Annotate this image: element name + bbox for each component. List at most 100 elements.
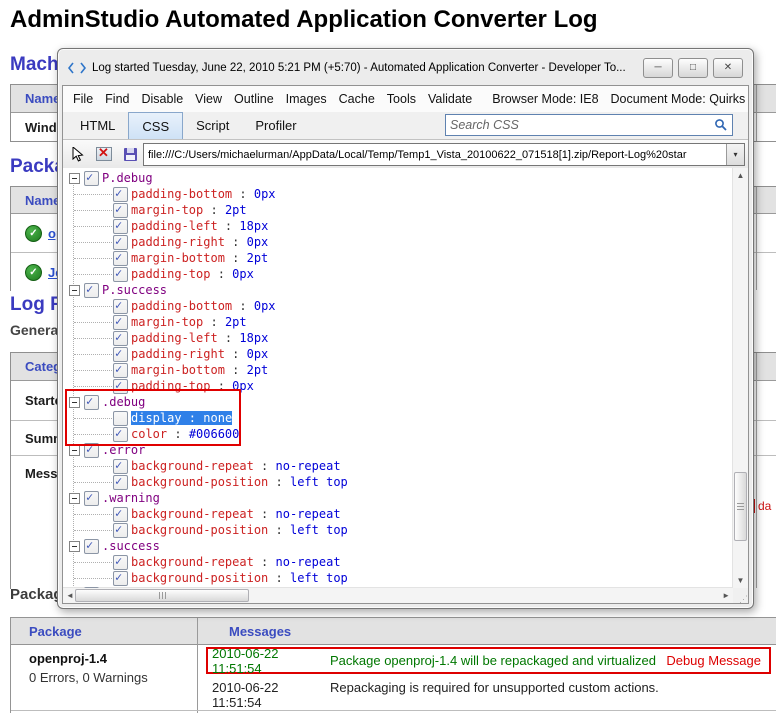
- search-icon[interactable]: [714, 118, 728, 132]
- menu-item-document-mode[interactable]: Document Mode: Quirks: [605, 92, 748, 106]
- horizontal-scroll-thumb[interactable]: [75, 589, 249, 602]
- css-property-background-repeat[interactable]: background-repeat : no-repeat: [69, 506, 733, 522]
- property-checkbox[interactable]: [113, 459, 128, 474]
- property-checkbox[interactable]: [113, 363, 128, 378]
- property-checkbox[interactable]: [113, 347, 128, 362]
- property-checkbox[interactable]: [113, 267, 128, 282]
- property-checkbox[interactable]: [113, 219, 128, 234]
- collapse-icon[interactable]: [69, 285, 80, 296]
- chevron-down-icon[interactable]: ▾: [726, 144, 744, 165]
- horizontal-scrollbar[interactable]: ◄ ►: [63, 587, 733, 603]
- property-checkbox[interactable]: [113, 251, 128, 266]
- css-rule-.debug[interactable]: .debug: [69, 394, 733, 410]
- scroll-down-icon[interactable]: ▼: [733, 576, 748, 585]
- property-checkbox[interactable]: [113, 331, 128, 346]
- search-input[interactable]: [446, 118, 714, 132]
- css-tree: P.debugpadding-bottom : 0pxmargin-top : …: [63, 168, 733, 588]
- css-property-margin-top[interactable]: margin-top : 2pt: [69, 314, 733, 330]
- scroll-up-icon[interactable]: ▲: [733, 171, 748, 180]
- css-property-margin-top[interactable]: margin-top : 2pt: [69, 202, 733, 218]
- tab-script[interactable]: Script: [183, 112, 242, 139]
- property-checkbox[interactable]: [113, 523, 128, 538]
- rule-checkbox[interactable]: [84, 491, 99, 506]
- property-checkbox[interactable]: [113, 507, 128, 522]
- collapse-icon[interactable]: [69, 397, 80, 408]
- menu-item-file[interactable]: File: [67, 92, 99, 106]
- minimize-button[interactable]: ─: [643, 58, 673, 78]
- tab-profiler[interactable]: Profiler: [242, 112, 309, 139]
- collapse-icon[interactable]: [69, 173, 80, 184]
- stylesheet-selector[interactable]: file:///C:/Users/michaelurman/AppData/Lo…: [143, 143, 745, 166]
- menu-item-browser-mode[interactable]: Browser Mode: IE8: [486, 92, 604, 106]
- property-checkbox[interactable]: [113, 571, 128, 586]
- vertical-scrollbar[interactable]: ▲ ▼: [732, 168, 748, 588]
- property-checkbox[interactable]: [113, 299, 128, 314]
- clear-css-icon[interactable]: [95, 145, 113, 163]
- message-time: 2010-06-22 11:51:54: [212, 680, 330, 710]
- rule-checkbox[interactable]: [84, 171, 99, 186]
- message-time: 2010-06-22 11:51:54: [212, 646, 330, 676]
- css-property-background-position[interactable]: background-position : left top: [69, 474, 733, 490]
- css-property-padding-bottom[interactable]: padding-bottom : 0px: [69, 298, 733, 314]
- collapse-icon[interactable]: [69, 541, 80, 552]
- css-property-padding-top[interactable]: padding-top : 0px: [69, 266, 733, 282]
- menu-item-images[interactable]: Images: [280, 92, 333, 106]
- close-button[interactable]: ✕: [713, 58, 743, 78]
- menu-item-outline[interactable]: Outline: [228, 92, 280, 106]
- menu-item-view[interactable]: View: [189, 92, 228, 106]
- select-element-icon[interactable]: [69, 145, 87, 163]
- css-rule-.success[interactable]: .success: [69, 538, 733, 554]
- general-subheading: General: [10, 322, 62, 338]
- menu-item-validate[interactable]: Validate: [422, 92, 478, 106]
- tab-css[interactable]: CSS: [128, 112, 183, 139]
- menu-item-cache[interactable]: Cache: [333, 92, 381, 106]
- devtools-titlebar[interactable]: Log started Tuesday, June 22, 2010 5:21 …: [60, 51, 751, 84]
- css-property-margin-bottom[interactable]: margin-bottom : 2pt: [69, 250, 733, 266]
- tab-html[interactable]: HTML: [67, 112, 128, 139]
- css-property-color[interactable]: color : #006600: [69, 426, 733, 442]
- rule-checkbox[interactable]: [84, 395, 99, 410]
- menu-item-find[interactable]: Find: [99, 92, 135, 106]
- css-property-background-position[interactable]: background-position : left top: [69, 522, 733, 538]
- search-box[interactable]: [445, 114, 733, 136]
- property-checkbox[interactable]: [113, 555, 128, 570]
- css-rule-P.debug[interactable]: P.debug: [69, 170, 733, 186]
- property-checkbox[interactable]: [113, 203, 128, 218]
- property-checkbox[interactable]: [113, 187, 128, 202]
- property-checkbox[interactable]: [113, 475, 128, 490]
- css-property-padding-bottom[interactable]: padding-bottom : 0px: [69, 186, 733, 202]
- property-checkbox[interactable]: [113, 427, 128, 442]
- css-property-margin-bottom[interactable]: margin-bottom : 2pt: [69, 362, 733, 378]
- property-checkbox[interactable]: [113, 379, 128, 394]
- css-property-padding-top[interactable]: padding-top : 0px: [69, 378, 733, 394]
- scroll-left-icon[interactable]: ◄: [66, 591, 74, 600]
- collapse-icon[interactable]: [69, 445, 80, 456]
- css-property-background-repeat[interactable]: background-repeat : no-repeat: [69, 458, 733, 474]
- collapse-icon[interactable]: [69, 493, 80, 504]
- rule-checkbox[interactable]: [84, 587, 99, 589]
- table-divider: [756, 85, 757, 141]
- menu-item-tools[interactable]: Tools: [381, 92, 422, 106]
- css-rule-.error[interactable]: .error: [69, 442, 733, 458]
- css-property-display[interactable]: display : none: [69, 410, 733, 426]
- rule-checkbox[interactable]: [84, 443, 99, 458]
- property-checkbox[interactable]: [113, 315, 128, 330]
- scroll-right-icon[interactable]: ►: [722, 591, 730, 600]
- property-checkbox[interactable]: [113, 235, 128, 250]
- css-rule-.warning[interactable]: .warning: [69, 490, 733, 506]
- save-icon[interactable]: [121, 145, 139, 163]
- css-property-padding-left[interactable]: padding-left : 18px: [69, 218, 733, 234]
- rule-checkbox[interactable]: [84, 539, 99, 554]
- menu-item-disable[interactable]: Disable: [135, 92, 189, 106]
- resize-grip[interactable]: ⋰: [733, 588, 748, 603]
- css-property-background-repeat[interactable]: background-repeat : no-repeat: [69, 554, 733, 570]
- css-property-padding-right[interactable]: padding-right : 0px: [69, 234, 733, 250]
- rule-checkbox[interactable]: [84, 283, 99, 298]
- maximize-button[interactable]: □: [678, 58, 708, 78]
- css-property-background-position[interactable]: background-position : left top: [69, 570, 733, 586]
- property-checkbox[interactable]: [113, 411, 128, 426]
- vertical-scroll-thumb[interactable]: [734, 472, 747, 541]
- css-property-padding-left[interactable]: padding-left : 18px: [69, 330, 733, 346]
- css-rule-P.success[interactable]: P.success: [69, 282, 733, 298]
- css-property-padding-right[interactable]: padding-right : 0px: [69, 346, 733, 362]
